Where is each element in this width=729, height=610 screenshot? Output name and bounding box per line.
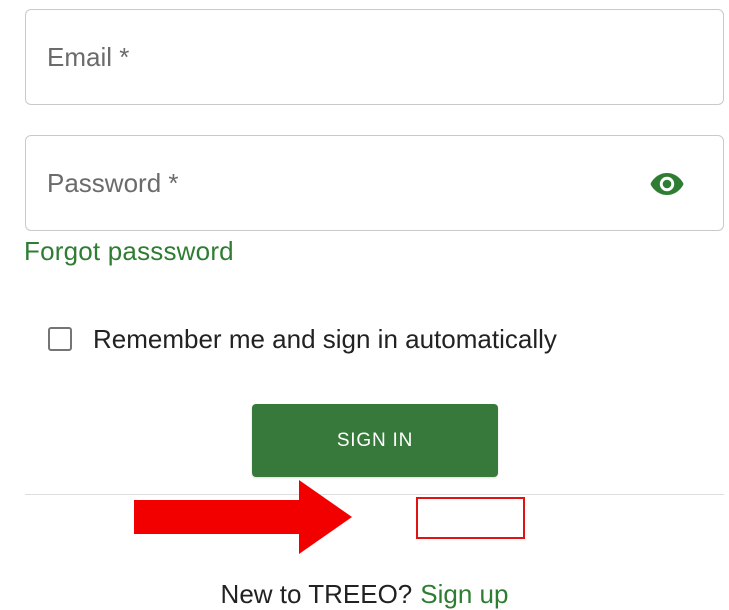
password-field[interactable] <box>25 135 724 231</box>
remember-me-label[interactable]: Remember me and sign in automatically <box>93 324 557 355</box>
eye-icon[interactable] <box>649 170 685 198</box>
forgot-password-link[interactable]: Forgot passsword <box>24 236 234 267</box>
signup-prompt: New to TREEO? <box>220 579 413 609</box>
sign-in-button[interactable]: SIGN IN <box>252 404 498 477</box>
remember-me-checkbox[interactable] <box>48 327 72 351</box>
divider <box>25 494 724 495</box>
signup-row: New to TREEO? Sign up <box>0 578 729 610</box>
password-input[interactable] <box>26 136 723 230</box>
remember-me-row[interactable]: Remember me and sign in automatically <box>48 322 557 356</box>
email-input[interactable] <box>26 10 723 104</box>
email-field[interactable] <box>25 9 724 105</box>
sign-up-link[interactable]: Sign up <box>420 579 508 609</box>
highlight-box <box>416 497 525 539</box>
right-arrow-icon <box>134 480 352 554</box>
